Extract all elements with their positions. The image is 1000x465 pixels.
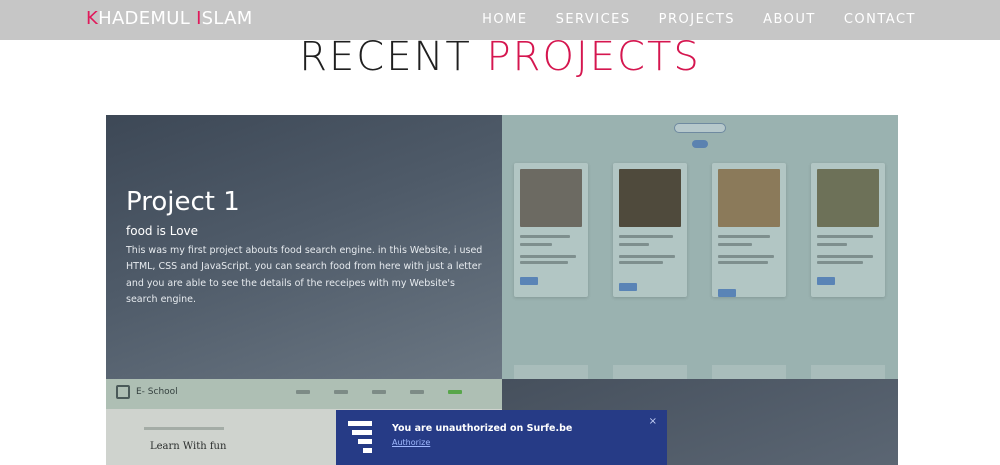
project-subtitle: food is Love	[126, 224, 199, 238]
navbar: KHADEMUL ISLAM HOME SERVICES PROJECTS AB…	[0, 0, 1000, 40]
eschool-menu-item	[296, 390, 310, 394]
food-card-bottom	[712, 365, 786, 379]
eschool-name: E- School	[136, 387, 178, 397]
food-card	[514, 163, 588, 297]
card-line	[520, 243, 552, 246]
food-card	[811, 163, 885, 297]
food-card-bottom	[514, 365, 588, 379]
brand-first-name: HADEMUL	[98, 8, 191, 29]
section-title: RECENT PROJECTS	[0, 34, 1000, 80]
brand-last-name: SLAM	[201, 8, 253, 29]
project-screenshot-food[interactable]	[502, 115, 898, 379]
notification-message: You are unauthorized on Surfe.be	[392, 423, 573, 434]
card-line	[619, 255, 675, 258]
food-image	[718, 169, 780, 227]
nav-home[interactable]: HOME	[482, 12, 527, 27]
card-line	[718, 235, 770, 238]
eschool-menu-item	[372, 390, 386, 394]
food-card	[613, 163, 687, 297]
card-line	[817, 243, 847, 246]
section-title-plain: RECENT	[299, 34, 472, 80]
card-button	[520, 277, 538, 285]
eschool-menu	[296, 390, 462, 394]
food-image	[817, 169, 879, 227]
food-card	[712, 163, 786, 297]
food-image	[520, 169, 582, 227]
card-button	[817, 277, 835, 285]
nav-services[interactable]: SERVICES	[556, 12, 631, 27]
card-line	[619, 243, 649, 246]
eschool-menu-item	[410, 390, 424, 394]
card-line	[718, 261, 768, 264]
card-line	[718, 243, 752, 246]
card-line	[817, 261, 863, 264]
project-description: This was my first project abouts food se…	[126, 245, 483, 305]
food-card-bottom	[811, 365, 885, 379]
main-nav: HOME SERVICES PROJECTS ABOUT CONTACT	[482, 12, 916, 27]
card-button	[718, 289, 736, 297]
search-bar	[674, 123, 726, 133]
card-button	[619, 283, 637, 291]
card-line	[520, 235, 570, 238]
card-line	[817, 255, 873, 258]
nav-contact[interactable]: CONTACT	[844, 12, 916, 27]
book-icon	[116, 385, 130, 399]
nav-about[interactable]: ABOUT	[763, 12, 816, 27]
card-line	[619, 235, 673, 238]
search-button	[692, 140, 708, 148]
project-name: Project 1	[126, 187, 240, 217]
card-line	[718, 255, 774, 258]
food-image	[619, 169, 681, 227]
authorize-link[interactable]: Authorize	[392, 438, 430, 447]
section-title-accent: PROJECTS	[486, 34, 701, 80]
food-card-bottom	[613, 365, 687, 379]
brand-initial-first: K	[86, 8, 99, 29]
card-line	[817, 235, 873, 238]
eschool-menu-item	[334, 390, 348, 394]
close-icon[interactable]: ×	[649, 416, 657, 427]
nav-projects[interactable]: PROJECTS	[659, 12, 735, 27]
eschool-header: E- School	[106, 379, 502, 409]
notification-toast: You are unauthorized on Surfe.be Authori…	[336, 410, 667, 465]
card-line	[520, 255, 576, 258]
project-tile-1[interactable]: Project 1 food is Love This was my first…	[106, 115, 502, 379]
eschool-menu-item-active	[448, 390, 462, 394]
card-line	[520, 261, 568, 264]
eschool-tagline-line	[144, 427, 224, 430]
surfe-logo-icon	[348, 421, 372, 453]
brand-logo[interactable]: KHADEMUL ISLAM	[86, 8, 253, 29]
eschool-heading: Learn With fun	[150, 441, 227, 452]
card-line	[619, 261, 663, 264]
